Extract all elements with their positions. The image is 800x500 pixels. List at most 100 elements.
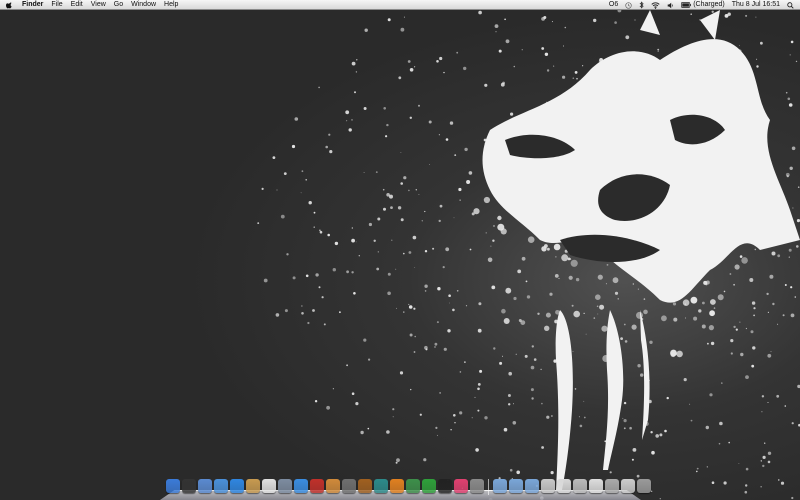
ical-icon[interactable] xyxy=(262,479,276,493)
stack-4-icon[interactable] xyxy=(589,479,603,493)
dashboard-icon[interactable] xyxy=(182,479,196,493)
menu-go[interactable]: Go xyxy=(114,0,123,10)
splatter-dot xyxy=(553,65,555,67)
splatter-dot xyxy=(596,305,599,308)
stack-5-icon[interactable] xyxy=(605,479,619,493)
splatter-dot xyxy=(356,59,358,61)
splatter-dot xyxy=(772,302,775,306)
splatter-dot xyxy=(313,226,315,228)
stack-3-icon[interactable] xyxy=(573,479,587,493)
splatter-dot xyxy=(436,321,439,324)
splatter-dot xyxy=(502,355,503,357)
splatter-dot xyxy=(445,138,449,141)
splatter-dot xyxy=(790,313,795,318)
splatter-dot xyxy=(545,312,551,318)
clock-status-icon[interactable] xyxy=(625,1,632,9)
menu-bar: Finder File Edit View Go Window Help O6 xyxy=(0,0,800,10)
dock xyxy=(160,477,651,500)
photo-booth-icon[interactable] xyxy=(310,479,324,493)
splatter-dot xyxy=(571,304,574,307)
splatter-dot xyxy=(346,120,348,122)
address-book-icon[interactable] xyxy=(246,479,260,493)
applications-folder-icon[interactable] xyxy=(493,479,507,493)
splatter-dot xyxy=(412,235,417,240)
splatter-dot xyxy=(745,467,749,471)
splatter-dot xyxy=(629,426,632,430)
splatter-dot xyxy=(724,14,729,18)
splatter-dot xyxy=(640,373,644,377)
ichat-icon[interactable] xyxy=(230,479,244,493)
splatter-dot xyxy=(414,267,416,268)
battery-status[interactable]: (Charged) xyxy=(681,0,725,10)
safari-icon[interactable] xyxy=(214,479,228,493)
splatter-dot xyxy=(400,218,404,222)
splatter-dot xyxy=(334,241,339,246)
vlc-icon[interactable] xyxy=(390,479,404,493)
steam-icon[interactable] xyxy=(438,479,452,493)
splatter-dot xyxy=(319,229,321,232)
splatter-dot xyxy=(326,405,330,410)
splatter-dot xyxy=(389,194,393,199)
splatter-dot xyxy=(351,392,355,396)
bluetooth-icon[interactable] xyxy=(639,1,644,9)
utorrent-icon[interactable] xyxy=(422,479,436,493)
splatter-dot xyxy=(708,325,715,331)
app-store-icon[interactable] xyxy=(406,479,420,493)
menu-edit[interactable]: Edit xyxy=(71,0,83,10)
menu-finder[interactable]: Finder xyxy=(22,0,43,10)
splatter-dot xyxy=(788,256,790,258)
preview-icon[interactable] xyxy=(278,479,292,493)
menu-window[interactable]: Window xyxy=(131,0,156,10)
splatter-dot xyxy=(764,442,766,444)
app-pink-icon[interactable] xyxy=(454,479,468,493)
desktop[interactable] xyxy=(0,10,800,500)
stack-1-icon[interactable] xyxy=(541,479,555,493)
iphoto-icon[interactable] xyxy=(326,479,340,493)
guitar-icon[interactable] xyxy=(358,479,372,493)
splatter-dot xyxy=(729,273,732,275)
splatter-dot xyxy=(718,442,721,445)
downloads-folder-icon[interactable] xyxy=(525,479,539,493)
splatter-dot xyxy=(733,325,736,329)
splatter-dot xyxy=(478,10,482,15)
splatter-dot xyxy=(655,434,659,438)
menu-view[interactable]: View xyxy=(91,0,106,10)
splatter-dot xyxy=(435,426,438,429)
splatter-dot xyxy=(730,352,733,355)
splatter-dot xyxy=(614,21,617,24)
splatter-dot xyxy=(477,409,480,412)
system-preferences-icon[interactable] xyxy=(470,479,484,493)
splatter-dot xyxy=(574,388,577,390)
splatter-dot xyxy=(484,416,488,420)
splatter-dot xyxy=(459,411,463,415)
splatter-dot xyxy=(780,481,785,485)
splatter-dot xyxy=(753,307,756,310)
splatter-dot xyxy=(512,421,517,425)
finder-icon[interactable] xyxy=(166,479,180,493)
splatter-dot xyxy=(612,277,619,284)
menu-file[interactable]: File xyxy=(51,0,62,10)
volume-icon[interactable] xyxy=(667,2,674,9)
status-item-text[interactable]: O6 xyxy=(609,0,618,10)
apple-icon[interactable] xyxy=(6,1,14,9)
splatter-dot xyxy=(650,490,653,492)
splatter-dot xyxy=(723,481,727,485)
splatter-dot xyxy=(723,290,726,293)
stack-2-icon[interactable] xyxy=(557,479,571,493)
wifi-icon[interactable] xyxy=(651,1,660,9)
splatter-dot xyxy=(474,396,476,398)
mail-icon[interactable] xyxy=(198,479,212,493)
itunes-icon[interactable] xyxy=(294,479,308,493)
splatter-dot xyxy=(513,296,517,301)
garageband-icon[interactable] xyxy=(342,479,356,493)
stack-6-icon[interactable] xyxy=(621,479,635,493)
spotlight-search-icon[interactable] xyxy=(787,1,794,9)
splatter-dot xyxy=(550,471,554,475)
menu-help[interactable]: Help xyxy=(164,0,178,10)
trash-icon[interactable] xyxy=(637,479,651,493)
splatter-dot xyxy=(449,302,450,304)
time-machine-icon[interactable] xyxy=(374,479,388,493)
documents-folder-icon[interactable] xyxy=(509,479,523,493)
splatter-dot xyxy=(498,49,502,53)
menu-clock[interactable]: Thu 8 Jul 16:51 xyxy=(732,0,780,10)
